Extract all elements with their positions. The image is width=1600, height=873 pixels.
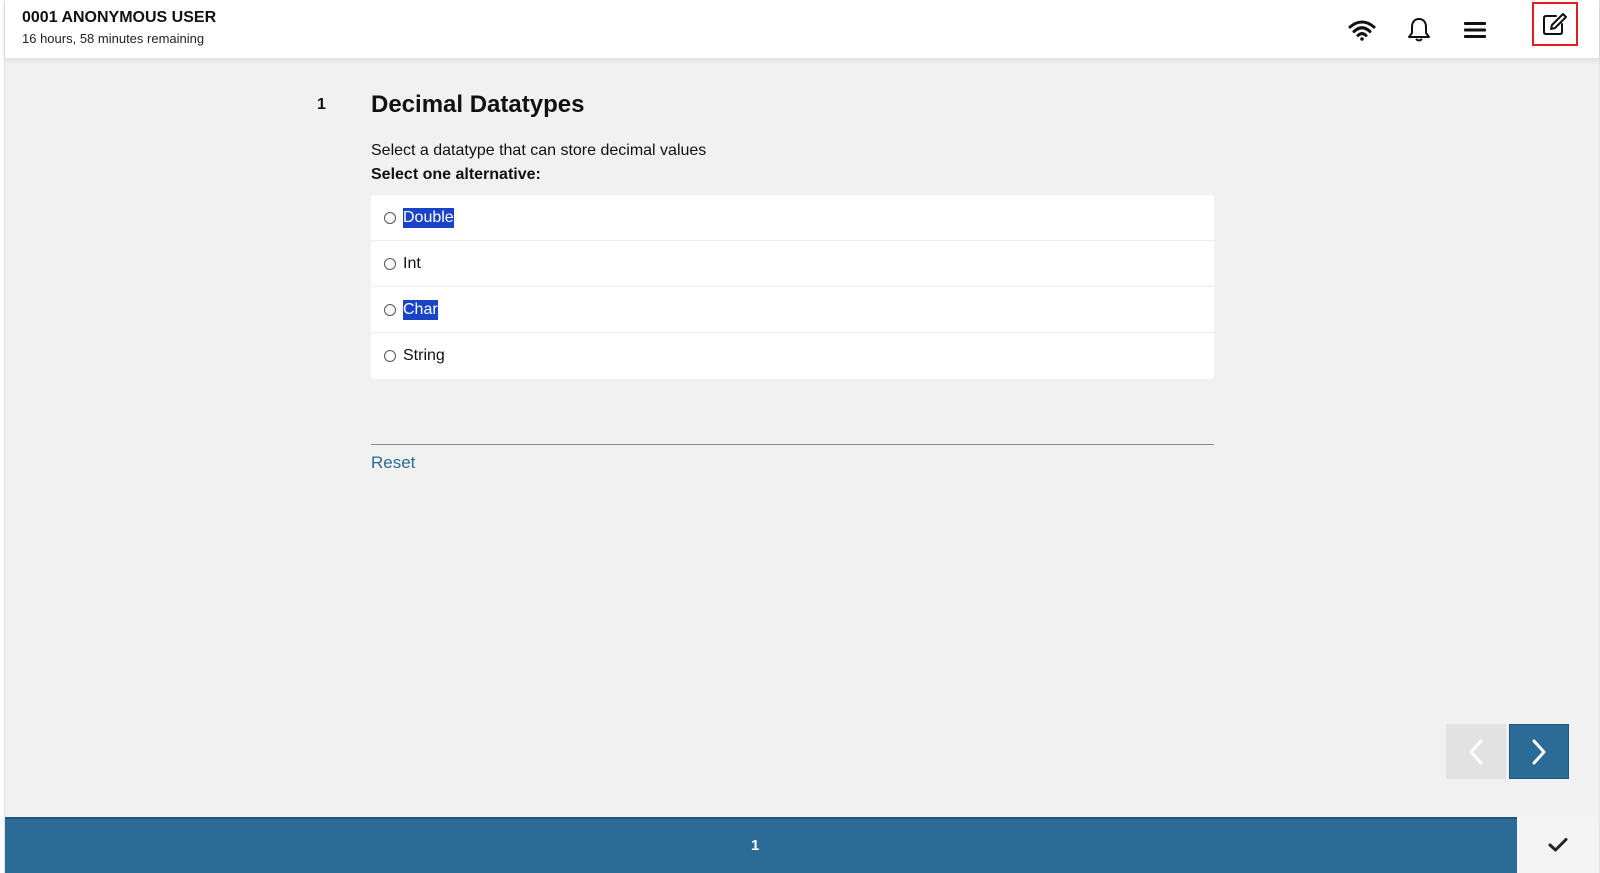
bell-icon[interactable] (1399, 10, 1439, 50)
question-text: Select a datatype that can store decimal… (371, 142, 707, 159)
answer-options: Double Int Char String (371, 195, 1214, 379)
question-title: Decimal Datatypes (371, 91, 585, 118)
question-instruction: Select one alternative: (371, 166, 541, 183)
option-string[interactable]: String (371, 333, 1214, 379)
time-remaining: 16 hours, 58 minutes remaining (22, 31, 205, 46)
radio-button[interactable] (384, 303, 396, 316)
radio-button[interactable] (384, 350, 396, 362)
radio-button[interactable] (384, 257, 396, 270)
option-double[interactable]: Double (371, 195, 1214, 241)
menu-icon[interactable] (1455, 10, 1495, 50)
page-indicator[interactable]: 1 (751, 837, 759, 854)
option-label: Double (403, 207, 454, 228)
top-header: 0001 ANONYMOUS USER 16 hours, 58 minutes… (5, 0, 1599, 58)
option-int[interactable]: Int (371, 241, 1214, 287)
divider (371, 444, 1214, 445)
option-label: Char (403, 299, 438, 320)
chevron-left-icon (1469, 739, 1483, 764)
user-name: 0001 ANONYMOUS USER (22, 9, 217, 26)
next-button[interactable] (1509, 724, 1569, 779)
wifi-icon[interactable] (1342, 10, 1382, 50)
app-frame: 0001 ANONYMOUS USER 16 hours, 58 minutes… (4, 0, 1600, 873)
submit-button[interactable] (1517, 817, 1599, 873)
reset-link[interactable]: Reset (371, 453, 415, 473)
option-char[interactable]: Char (371, 287, 1214, 333)
chevron-right-icon (1532, 739, 1546, 764)
page-navigation-bar: 1 (5, 817, 1517, 873)
checkmark-icon (1548, 838, 1568, 852)
option-label: Int (403, 254, 421, 272)
radio-button[interactable] (384, 211, 396, 224)
edit-icon[interactable] (1532, 2, 1578, 46)
option-label: String (403, 347, 445, 364)
question-number: 1 (317, 96, 326, 113)
previous-button[interactable] (1446, 724, 1506, 779)
